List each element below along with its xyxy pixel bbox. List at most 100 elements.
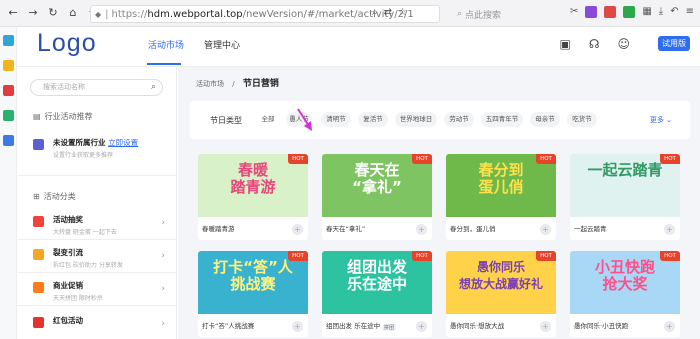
logo[interactable]: Logo: [37, 29, 97, 58]
reload-icon[interactable]: ↻: [46, 6, 60, 20]
chip-youth-day[interactable]: 五四青年节: [481, 112, 523, 127]
set-industry-link[interactable]: 立即设置: [108, 138, 138, 147]
divider: [17, 239, 177, 240]
shop-icon: [33, 282, 44, 293]
add-icon[interactable]: +: [664, 321, 675, 332]
more-label: 更多: [649, 116, 664, 124]
star-icon[interactable]: [3, 60, 14, 71]
user-icon[interactable]: ☺: [617, 37, 630, 51]
sidebar-item-fission[interactable]: 裂变引流 拆红包 砍价助力 分享转发 ›: [33, 247, 173, 269]
download-icon[interactable]: ⤓: [659, 6, 663, 18]
industry-section-header: ▤ 行业活动推荐: [33, 111, 93, 122]
annotation-arrow: [297, 108, 312, 131]
chip-earth-day[interactable]: 世界地球日: [395, 112, 437, 127]
activity-card[interactable]: 一起云踏青 HOT 一起云踏青 +: [570, 154, 680, 240]
zoom-icon[interactable]: ⌕: [372, 7, 378, 18]
card-art: 小丑快跑 抢大奖: [594, 258, 655, 293]
card-thumbnail: 春暖 踏青游 HOT: [198, 154, 308, 217]
breadcrumb-current: 节日营销: [242, 79, 279, 89]
browser-search-placeholder: 点此搜索: [465, 10, 502, 21]
extension-icon[interactable]: [623, 6, 636, 18]
card-thumbnail: 一起云踏青 HOT: [570, 154, 680, 217]
hot-badge: HOT: [660, 251, 680, 261]
tab-activity-market[interactable]: 活动市场: [148, 38, 184, 51]
add-icon[interactable]: +: [416, 224, 427, 235]
chip-all[interactable]: 全部: [258, 112, 278, 127]
tab-management[interactable]: 管理中心: [204, 38, 240, 51]
activity-card[interactable]: 组团出发 乐在途中 HOT 组团出发 乐在途中 拼团 +: [322, 251, 432, 337]
card-thumbnail: 春天在 “拿礼” HOT: [322, 154, 432, 217]
translate-icon[interactable]: ⇄: [384, 7, 392, 18]
industry-title: 未设置所属行业: [53, 138, 106, 147]
industry-subtitle: 设置行业获取更多推荐: [53, 152, 114, 159]
hot-badge: HOT: [536, 154, 556, 164]
more-link[interactable]: 更多 ⌄: [650, 115, 672, 125]
add-icon[interactable]: +: [292, 224, 303, 235]
activity-card[interactable]: 愚你同乐 想放大战赢好礼 HOT 愚你同乐·想放大战 +: [446, 251, 556, 337]
red-packet-icon: [33, 317, 44, 328]
sidebar-item-promotion[interactable]: 商业促销 天天拼团 限时秒杀 ›: [33, 280, 173, 302]
browser-side-strip: [0, 27, 17, 339]
hot-badge: HOT: [660, 154, 680, 164]
chip-mothers-day[interactable]: 母亲节: [530, 112, 560, 127]
app-icon[interactable]: [3, 35, 14, 46]
weibo-icon[interactable]: [3, 85, 14, 96]
industry-section-title: 行业活动推荐: [44, 112, 93, 121]
add-icon[interactable]: +: [540, 224, 551, 235]
card-thumbnail: 小丑快跑 抢大奖 HOT: [570, 251, 680, 314]
divider: [17, 305, 177, 306]
sidebar-item-label: 红包活动: [53, 316, 83, 325]
card-art: 春天在 “拿礼”: [352, 161, 402, 196]
trial-badge[interactable]: 试用版: [658, 36, 690, 51]
extension-icon[interactable]: [585, 6, 598, 18]
active-tab-indicator: [147, 63, 181, 65]
menu-icon[interactable]: ≡: [686, 6, 694, 18]
add-icon[interactable]: +: [292, 321, 303, 332]
document-icon: ▤: [33, 112, 41, 121]
main-content: 活动市场 / 节日营销 节日类型 全部 愚人节 清明节 复活节 世界地球日 劳动…: [178, 67, 700, 339]
browser-search-input[interactable]: ⌕ 点此搜索: [457, 6, 562, 22]
chevron-down-icon: ⌄: [666, 116, 672, 124]
divider: [17, 272, 177, 273]
sidebar-item-redpacket[interactable]: 红包活动 ›: [33, 315, 173, 329]
search-icon[interactable]: ⌕: [151, 80, 156, 95]
activity-card[interactable]: 春暖 踏青游 HOT 春暖踏青游 +: [198, 154, 308, 240]
hot-badge: HOT: [288, 251, 308, 261]
home-icon[interactable]: ⌂: [66, 6, 80, 20]
undo-icon[interactable]: ↶: [670, 6, 678, 18]
send-icon[interactable]: [3, 135, 14, 146]
chip-easter[interactable]: 复活节: [358, 112, 388, 127]
activity-card[interactable]: 春天在 “拿礼” HOT 春天在“拿礼” +: [322, 154, 432, 240]
card-thumbnail: 组团出发 乐在途中 HOT: [322, 251, 432, 314]
industry-row: 未设置所属行业 立即设置 设置行业获取更多推荐: [33, 137, 173, 159]
scissors-icon[interactable]: ✂: [570, 6, 578, 18]
chip-qingming[interactable]: 清明节: [321, 112, 351, 127]
grid-icon[interactable]: ▦: [642, 6, 651, 18]
top-navigation: Logo 活动市场 管理中心 ▣ ☊ ☺ 试用版: [17, 27, 700, 67]
add-icon[interactable]: +: [540, 321, 551, 332]
sidebar-item-desc: 拆红包 砍价助力 分享转发: [53, 262, 123, 269]
activity-card[interactable]: 春分到 蛋儿俏 HOT 春分到，蛋儿俏 +: [446, 154, 556, 240]
headset-icon[interactable]: ☊: [589, 37, 600, 51]
sidebar-item-label: 商业促销: [53, 281, 83, 290]
add-icon[interactable]: +: [416, 321, 427, 332]
sidebar-item-lottery[interactable]: 活动抽奖 大转盘 砸金蛋 一起下去 ›: [33, 214, 173, 236]
breadcrumb-parent[interactable]: 活动市场: [196, 80, 224, 88]
activity-card[interactable]: 打卡“答”人 挑战赛 HOT 打卡“答”人挑战赛 +: [198, 251, 308, 337]
gift-icon: [33, 216, 44, 227]
extension-icon[interactable]: [604, 6, 617, 18]
mail-icon[interactable]: [3, 110, 14, 121]
chevron-right-icon: ›: [161, 284, 165, 294]
activity-search-input[interactable]: 搜索活动名称 ⌕: [30, 79, 163, 96]
back-icon[interactable]: ←: [6, 6, 20, 20]
sidebar-item-label: 裂变引流: [53, 248, 83, 257]
chip-foodie-day[interactable]: 吃货节: [567, 112, 597, 127]
shield-icon: ◆: [95, 9, 102, 19]
chip-labor-day[interactable]: 劳动节: [444, 112, 474, 127]
person-icon: [33, 249, 44, 260]
bookmark-icon[interactable]: ☆: [398, 7, 407, 18]
add-icon[interactable]: +: [664, 224, 675, 235]
briefcase-icon[interactable]: ▣: [559, 37, 570, 51]
forward-icon[interactable]: →: [26, 6, 40, 20]
activity-card[interactable]: 小丑快跑 抢大奖 HOT 愚你同乐·小丑快跑 +: [570, 251, 680, 337]
